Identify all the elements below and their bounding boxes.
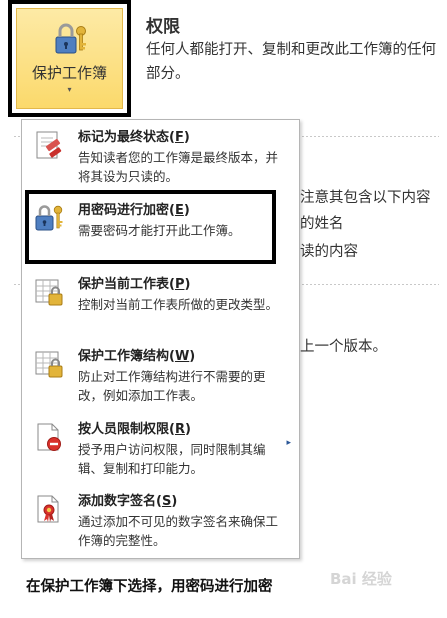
menu-item-description: 防止对工作簿结构进行不需要的更改，例如添加工作表。 [78,369,266,403]
workbook-structure-lock-icon [35,351,63,378]
background-text: 的姓名 [300,216,344,232]
menu-item-description: 控制对当前工作表所做的更改类型。 [78,297,279,312]
permissions-description: 任何人都能打开、复制和更改此工作簿的任何部分。 [146,42,436,82]
menu-item-description: 通过添加不可见的数字签名来确保工作簿的完整性。 [78,514,279,548]
menu-item-title: 按人员限制权限(R) [78,422,191,437]
background-text: 读的内容 [300,244,358,260]
submenu-arrow-icon[interactable]: ▸ [286,438,291,448]
protect-workbook-menu: 标记为最终状态(F) 告知读者您的工作簿是最终版本，并将其设为只读的。 用密码进… [21,119,300,559]
caption: 在保护工作簿下选择，用密码进行加密 [26,579,273,595]
final-stamp-icon [36,131,62,159]
protect-workbook-button[interactable]: 保护工作簿 ▾ [16,8,123,109]
menu-item-title: 添加数字签名(S) [78,494,178,509]
permissions-title: 权限 [146,17,180,37]
menu-item-title: 保护工作簿结构(W) [78,349,196,364]
background-text: 上一个版本。 [300,339,387,355]
watermark: Bai 经验 [330,570,392,588]
lock-key-icon [55,23,86,54]
sheet-lock-icon [35,279,63,306]
menu-item-restrict-permission[interactable]: 按人员限制权限(R) 授予用户访问权限，同时限制其编辑、复制和打印能力。 ▸ [22,416,299,482]
protect-workbook-tile[interactable]: 保护工作簿 ▾ [8,0,131,117]
menu-item-mark-as-final[interactable]: 标记为最终状态(F) 告知读者您的工作簿是最终版本，并将其设为只读的。 [22,124,299,190]
menu-item-protect-current-sheet[interactable]: 保护当前工作表(P) 控制对当前工作表所做的更改类型。 [22,271,299,337]
menu-item-add-digital-signature[interactable]: 添加数字签名(S) 通过添加不可见的数字签名来确保工作簿的完整性。 [22,488,299,554]
chevron-down-icon: ▾ [67,85,72,94]
background-text: 注意其包含以下内容 [300,190,431,206]
protect-workbook-label: 保护工作簿 [31,64,107,82]
menu-item-title: 标记为最终状态(F) [78,130,190,145]
restrict-permission-icon [37,423,61,451]
menu-item-title: 保护当前工作表(P) [78,277,191,292]
menu-item-protect-workbook-structure[interactable]: 保护工作簿结构(W) 防止对工作簿结构进行不需要的更改，例如添加工作表。 [22,343,299,409]
menu-item-description: 授予用户访问权限，同时限制其编辑、复制和打印能力。 [78,442,266,476]
digital-signature-icon [37,495,59,523]
menu-item-description: 告知读者您的工作簿是最终版本，并将其设为只读的。 [78,150,279,184]
highlight-box [25,190,276,264]
